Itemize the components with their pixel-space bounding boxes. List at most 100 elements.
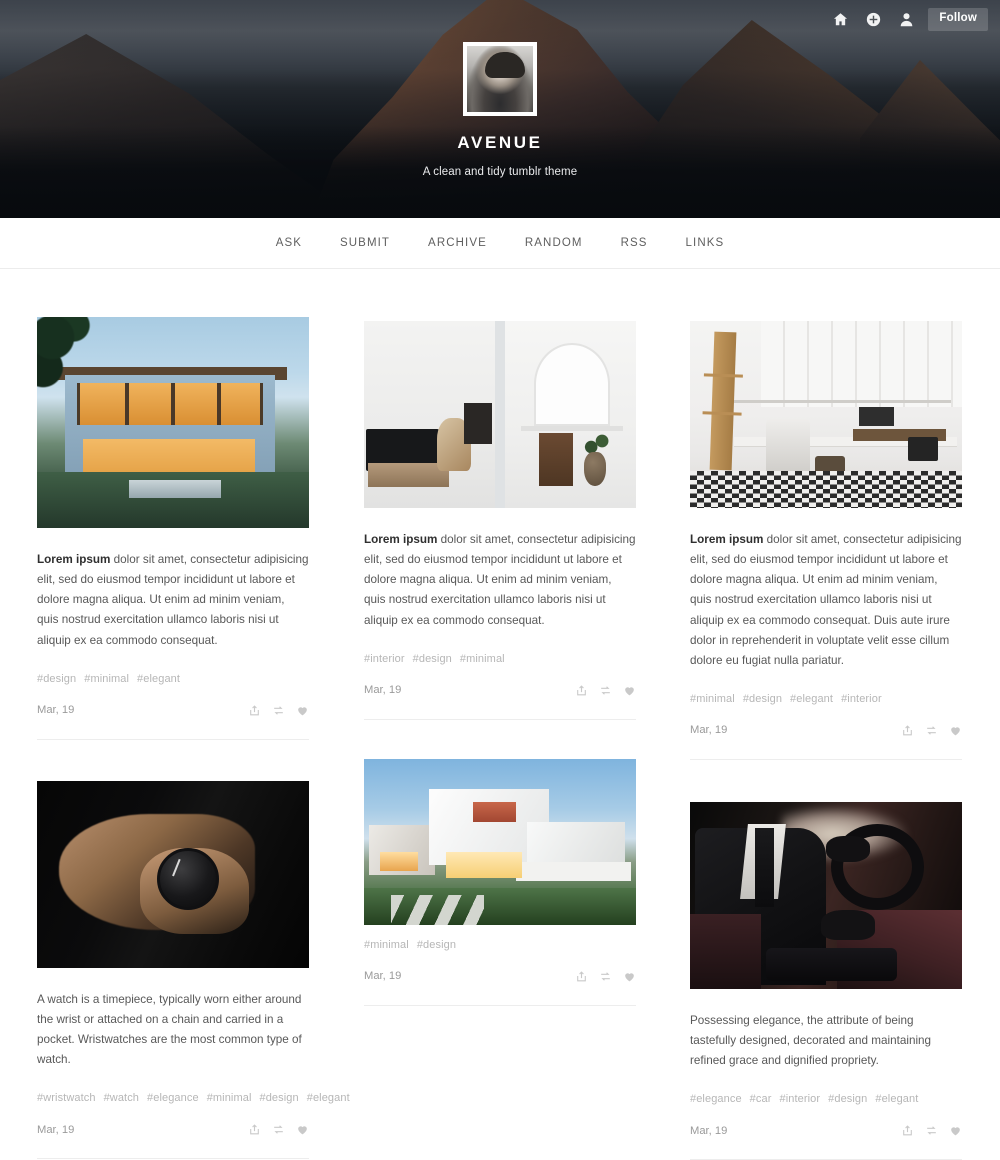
post-tags: #minimal #design xyxy=(364,939,636,951)
photo-wristwatch xyxy=(37,780,309,968)
tag[interactable]: #elegant xyxy=(307,1092,350,1104)
post-meta: Mar, 19 xyxy=(690,1124,962,1137)
share-icon[interactable] xyxy=(248,704,261,717)
post-tags: #interior #design #minimal xyxy=(364,653,636,665)
post-divider xyxy=(37,1158,309,1160)
post-body: Possessing elegance, the attribute of be… xyxy=(690,989,962,1160)
reblog-icon[interactable] xyxy=(599,970,612,983)
avatar[interactable] xyxy=(463,42,537,116)
tag[interactable]: #minimal xyxy=(460,653,505,665)
post-actions xyxy=(901,1124,962,1137)
share-icon[interactable] xyxy=(901,724,914,737)
photo-white-kitchen xyxy=(690,321,962,508)
tag[interactable]: #elegant xyxy=(137,673,180,685)
post-meta: Mar, 19 xyxy=(364,684,636,697)
tag[interactable]: #minimal xyxy=(84,673,129,685)
post-lead: Lorem ipsum xyxy=(37,553,111,566)
nav-item-random[interactable]: RANDOM xyxy=(525,237,583,249)
post-text: Lorem ipsum dolor sit amet, consectetur … xyxy=(364,530,636,631)
account-icon[interactable] xyxy=(895,8,917,30)
tag[interactable]: #design xyxy=(260,1092,299,1104)
post-date: Mar, 19 xyxy=(690,1124,728,1137)
photo-white-villa xyxy=(364,758,636,925)
post-photo[interactable] xyxy=(37,780,309,968)
nav-item-archive[interactable]: ARCHIVE xyxy=(428,237,487,249)
reblog-icon[interactable] xyxy=(272,1123,285,1136)
tag[interactable]: #design xyxy=(743,693,782,705)
post-body: Lorem ipsum dolor sit amet, consectetur … xyxy=(364,508,636,720)
share-icon[interactable] xyxy=(575,970,588,983)
post-photo[interactable] xyxy=(37,317,309,528)
reblog-icon[interactable] xyxy=(599,684,612,697)
post-body: Lorem ipsum dolor sit amet, consectetur … xyxy=(37,528,309,740)
tag[interactable]: #elegance xyxy=(690,1093,742,1105)
tag[interactable]: #interior xyxy=(364,653,405,665)
posts-column-3: Lorem ipsum dolor sit amet, consectetur … xyxy=(690,317,962,1160)
page-title: AVENUE xyxy=(457,133,543,152)
post-lead: Lorem ipsum xyxy=(364,533,438,546)
tag[interactable]: #car xyxy=(750,1093,772,1105)
tag[interactable]: #interior xyxy=(841,693,882,705)
post: Lorem ipsum dolor sit amet, consectetur … xyxy=(690,321,962,760)
tag[interactable]: #minimal xyxy=(364,939,409,951)
share-icon[interactable] xyxy=(575,684,588,697)
post-date: Mar, 19 xyxy=(37,704,75,717)
tag[interactable]: #elegance xyxy=(147,1092,199,1104)
nav-item-links[interactable]: LINKS xyxy=(686,237,725,249)
posts-column-2: Lorem ipsum dolor sit amet, consectetur … xyxy=(364,317,636,1006)
post-spacer xyxy=(690,760,962,802)
tag[interactable]: #elegant xyxy=(790,693,833,705)
heart-icon[interactable] xyxy=(949,724,962,737)
post-tags: #elegance #car #interior #design #elegant xyxy=(690,1093,962,1105)
nav-item-ask[interactable]: ASK xyxy=(276,237,302,249)
tag[interactable]: #elegant xyxy=(875,1093,918,1105)
tag[interactable]: #minimal xyxy=(690,693,735,705)
post: Lorem ipsum dolor sit amet, consectetur … xyxy=(364,321,636,720)
photo-car-interior xyxy=(690,801,962,989)
post-text: Lorem ipsum dolor sit amet, consectetur … xyxy=(37,550,309,651)
nav-item-rss[interactable]: RSS xyxy=(621,237,648,249)
tumblr-controls-bar: Follow xyxy=(829,0,1000,31)
tag[interactable]: #wristwatch xyxy=(37,1092,96,1104)
post-photo[interactable] xyxy=(364,321,636,508)
post-body: Lorem ipsum dolor sit amet, consectetur … xyxy=(690,508,962,760)
post-body-text: dolor sit amet, consectetur adipisicing … xyxy=(364,533,636,627)
post-photo[interactable] xyxy=(364,758,636,925)
tag[interactable]: #design xyxy=(417,939,456,951)
tag[interactable]: #minimal xyxy=(207,1092,252,1104)
reblog-icon[interactable] xyxy=(925,1124,938,1137)
post-actions xyxy=(575,970,636,983)
add-post-icon[interactable] xyxy=(862,8,884,30)
reblog-icon[interactable] xyxy=(272,704,285,717)
post-date: Mar, 19 xyxy=(364,684,402,697)
post-actions xyxy=(575,684,636,697)
heart-icon[interactable] xyxy=(623,684,636,697)
tag[interactable]: #design xyxy=(37,673,76,685)
heart-icon[interactable] xyxy=(296,704,309,717)
home-icon[interactable] xyxy=(829,8,851,30)
post-spacer xyxy=(364,720,636,759)
post-meta: Mar, 19 xyxy=(37,704,309,717)
post-photo[interactable] xyxy=(690,801,962,989)
heart-icon[interactable] xyxy=(949,1124,962,1137)
post-body: A watch is a timepiece, typically worn e… xyxy=(37,968,350,1160)
heart-icon[interactable] xyxy=(623,970,636,983)
share-icon[interactable] xyxy=(901,1124,914,1137)
posts-column-1: Lorem ipsum dolor sit amet, consectetur … xyxy=(37,317,350,1160)
post-text: Lorem ipsum dolor sit amet, consectetur … xyxy=(690,530,962,671)
post: Lorem ipsum dolor sit amet, consectetur … xyxy=(37,317,309,740)
nav-item-submit[interactable]: SUBMIT xyxy=(340,237,390,249)
follow-button[interactable]: Follow xyxy=(928,8,988,31)
reblog-icon[interactable] xyxy=(925,724,938,737)
post-body-text: dolor sit amet, consectetur adipisicing … xyxy=(690,533,962,667)
tag[interactable]: #watch xyxy=(104,1092,139,1104)
post-text: A watch is a timepiece, typically worn e… xyxy=(37,992,302,1066)
post-meta: Mar, 19 xyxy=(37,1123,309,1136)
share-icon[interactable] xyxy=(248,1123,261,1136)
photo-blue-house xyxy=(37,317,309,528)
post-photo[interactable] xyxy=(690,321,962,508)
tag[interactable]: #interior xyxy=(779,1093,820,1105)
tag[interactable]: #design xyxy=(413,653,452,665)
heart-icon[interactable] xyxy=(296,1123,309,1136)
tag[interactable]: #design xyxy=(828,1093,867,1105)
